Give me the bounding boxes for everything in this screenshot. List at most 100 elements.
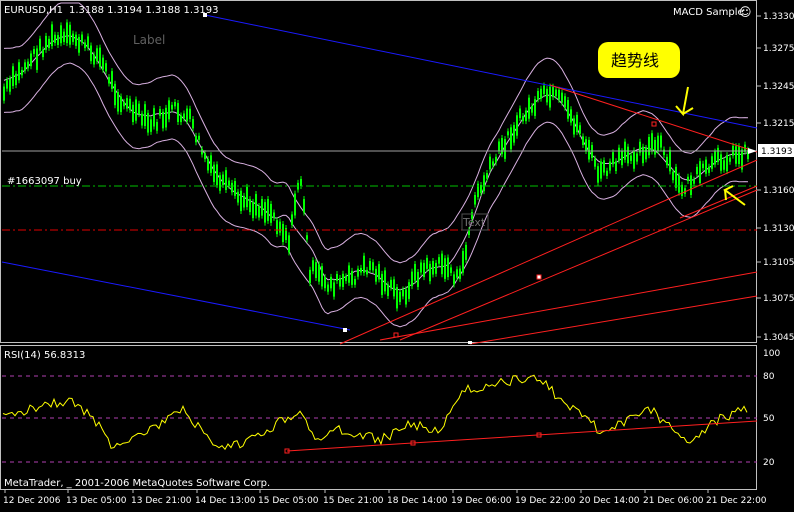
candle-body	[579, 125, 581, 134]
candle-body	[24, 62, 26, 71]
candle-body	[453, 274, 455, 285]
candle-body	[459, 268, 461, 279]
channel-anchor-point-2[interactable]	[343, 328, 347, 332]
candle-body	[369, 261, 371, 271]
candle-body	[27, 61, 29, 69]
candle-body	[267, 199, 269, 221]
candle-body	[513, 125, 515, 143]
price-tick-label: 1.3075	[763, 294, 794, 304]
candle-body	[210, 155, 212, 173]
candle-body	[339, 278, 341, 287]
trend-anchor-point[interactable]	[651, 121, 657, 127]
candle-body	[69, 24, 71, 45]
candle-body	[336, 273, 338, 281]
time-tick-label: 21 Dec 06:00	[643, 496, 704, 506]
candle-body	[615, 161, 617, 172]
candle-body	[480, 185, 482, 193]
trend-anchor-point-3[interactable]	[468, 341, 472, 344]
candle-body	[75, 34, 77, 46]
candle-body	[711, 156, 713, 169]
candle-body	[504, 139, 506, 159]
candle-body	[198, 135, 200, 140]
candle-body	[108, 77, 110, 84]
candle-body	[243, 195, 245, 208]
candle-body	[408, 282, 410, 299]
candle-body	[231, 182, 233, 193]
price-tick-label: 1.3330	[763, 12, 794, 22]
candle-body	[561, 92, 563, 103]
candle-body	[306, 235, 308, 240]
candle-body	[309, 269, 311, 284]
candle-body	[387, 284, 389, 296]
fan-anchor-point[interactable]	[536, 274, 542, 280]
time-tick-label: 21 Dec 22:00	[706, 496, 767, 506]
candle-body	[588, 139, 590, 160]
candle-body	[189, 108, 191, 120]
candle-body	[360, 267, 362, 273]
candle-body	[162, 111, 164, 129]
candle-body	[636, 153, 638, 162]
candle-body	[135, 99, 137, 121]
candle-body	[18, 62, 20, 81]
candle-body	[48, 38, 50, 48]
candle-body	[222, 174, 224, 185]
candle-body	[420, 262, 422, 273]
candle-body	[402, 289, 404, 297]
rsi-level-label: 20	[763, 458, 775, 468]
candle-body	[216, 164, 218, 186]
trendline-upper[interactable]	[549, 84, 758, 153]
candle-body	[498, 141, 500, 151]
candle-body	[723, 160, 725, 170]
candle-body	[324, 277, 326, 289]
rsi-level-label: 100	[763, 349, 780, 359]
text-object[interactable]: Text	[462, 216, 486, 229]
candle-body	[609, 161, 611, 171]
candle-body	[261, 198, 263, 216]
candle-body	[372, 262, 374, 271]
trendline-fan-1[interactable]	[339, 159, 758, 345]
candle-body	[117, 92, 119, 112]
candle-body	[642, 146, 644, 164]
channel-lower-line[interactable]	[1, 261, 351, 331]
candle-body	[582, 136, 584, 145]
candle-body	[393, 279, 395, 297]
candle-body	[540, 88, 542, 99]
candle-body	[432, 261, 434, 275]
candle-body	[417, 271, 419, 287]
candle-body	[270, 203, 272, 223]
candle-body	[186, 108, 188, 122]
time-tick-label: 15 Dec 05:00	[258, 496, 319, 506]
candle-body	[174, 101, 176, 107]
trendline-fan-2[interactable]	[399, 189, 758, 341]
candle-body	[327, 284, 329, 292]
candle-body	[195, 135, 197, 143]
candle-body	[705, 159, 707, 174]
price-chart[interactable]: Label Text #1663097 buy EURUSD,H1 1.3188 …	[0, 0, 794, 508]
candle-body	[330, 276, 332, 289]
trendline-fan-4[interactable]	[469, 295, 758, 345]
label-object[interactable]: Label	[133, 33, 165, 47]
candle-body	[633, 150, 635, 169]
candle-body	[603, 160, 605, 173]
price-axis: 1.3330 1.3275 1.3245 1.3215 1.3160 1.3130 1.31…	[757, 12, 794, 343]
candle-body	[96, 48, 98, 62]
rsi-line	[2, 374, 748, 451]
price-tick-label: 1.3215	[763, 119, 794, 129]
candle-body	[207, 158, 209, 171]
candle-body	[717, 147, 719, 162]
rsi-trendline[interactable]	[286, 420, 758, 452]
candle-body	[237, 191, 239, 203]
candle-body	[525, 110, 527, 122]
candle-body	[177, 103, 179, 122]
candle-body	[303, 199, 305, 213]
candle-body	[348, 265, 350, 283]
trendline-fan-3[interactable]	[379, 271, 758, 341]
candle-body	[282, 223, 284, 243]
candle-body	[444, 258, 446, 279]
time-tick-label: 12 Dec 2006	[3, 496, 61, 506]
candle-body	[618, 147, 620, 161]
candle-body	[63, 31, 65, 42]
candle-body	[228, 180, 230, 186]
candle-body	[441, 253, 443, 275]
time-tick-label: 19 Dec 22:00	[515, 496, 576, 506]
